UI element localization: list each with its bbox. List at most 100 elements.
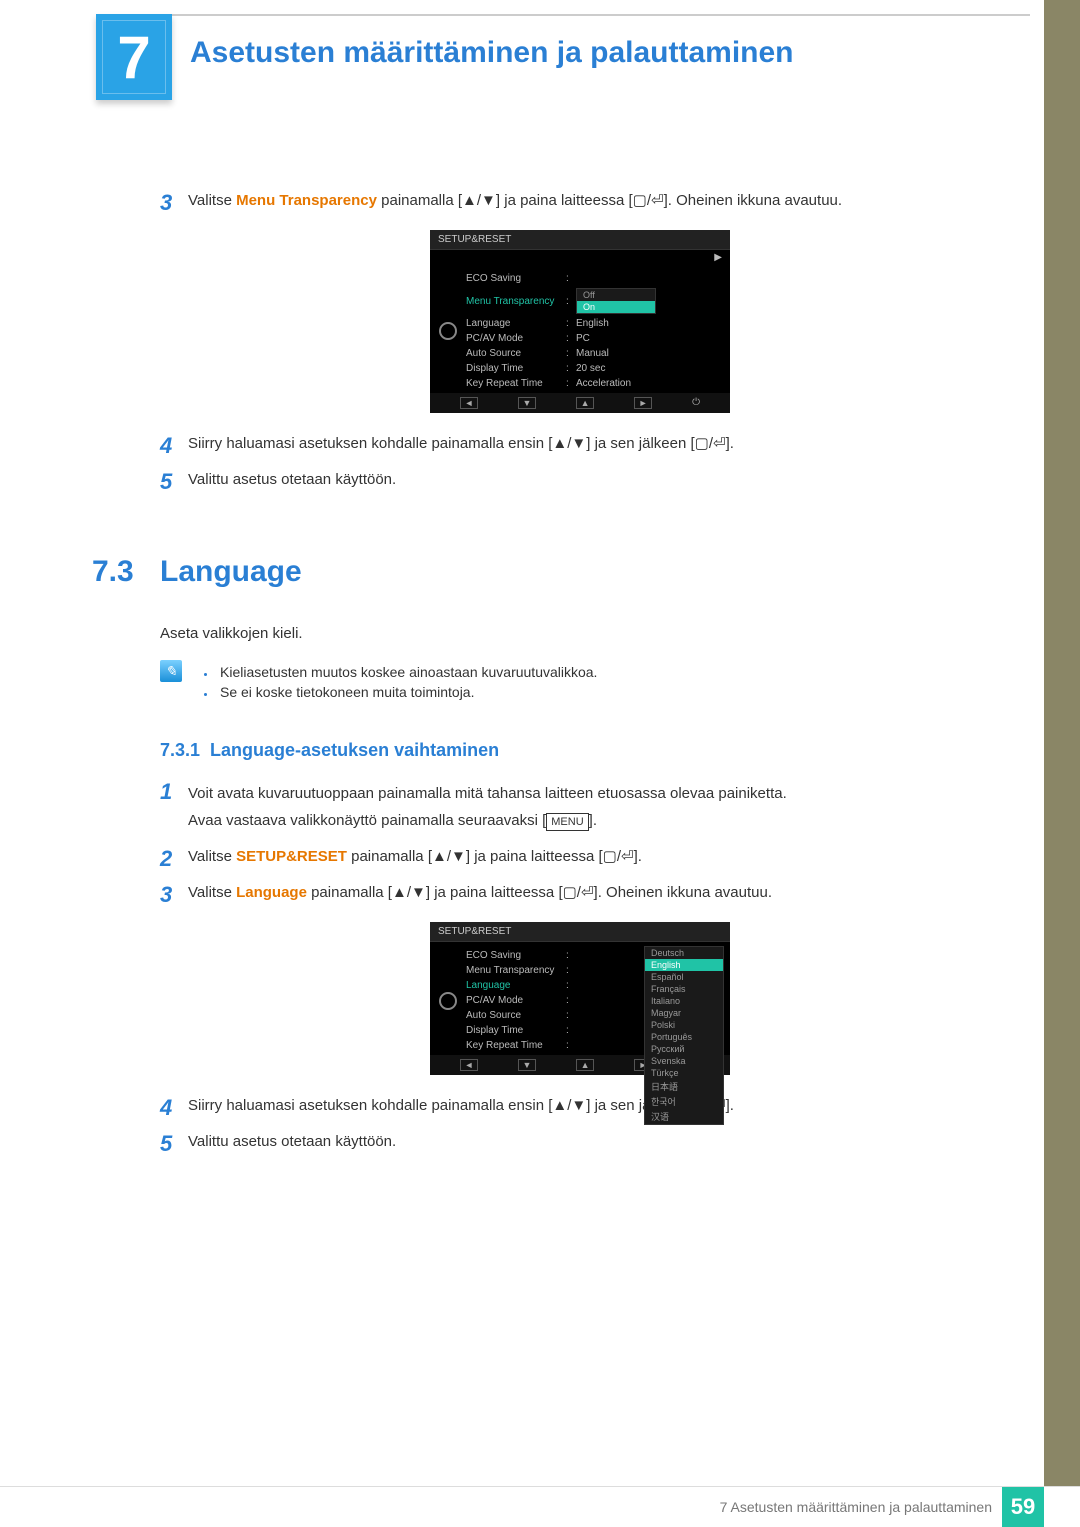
note-item: Se ei koske tietokoneen muita toimintoja… (216, 684, 597, 700)
t: ]. Oheinen ikkuna avautuu. (664, 192, 842, 209)
osd-item: PC/AV Mode (466, 995, 566, 1006)
nav-down-icon: ▼ (518, 1059, 536, 1071)
t: ]. (634, 848, 642, 865)
nav-left-icon: ◄ (460, 1059, 478, 1071)
enter-icon: ▢/⏎ (563, 884, 594, 901)
osd-menu-transparency: SETUP&RESET ▶ ECO Saving: Menu Transpare… (430, 230, 730, 413)
osd-value: Manual (576, 348, 722, 359)
step-number: 3 (160, 190, 188, 216)
lang-option: Español (645, 971, 723, 983)
page-footer: 7 Asetusten määrittäminen ja palauttamin… (0, 1487, 1080, 1527)
t: ]. (726, 1097, 734, 1114)
osd-item: Menu Transparency (466, 965, 566, 976)
menu-button-label: MENU (546, 813, 588, 832)
t: Valitse (188, 884, 236, 901)
gear-icon (434, 948, 462, 1053)
lang-option: Deutsch (645, 947, 723, 959)
osd-value: PC (576, 333, 722, 344)
note-block: ✎ Kieliasetusten muutos koskee ainoastaa… (160, 660, 1000, 704)
step-row: 4 Siirry haluamasi asetuksen kohdalle pa… (160, 433, 1000, 459)
section-title: Language (160, 555, 302, 589)
osd-item: ECO Saving (466, 950, 566, 961)
chapter-number-box: 7 (96, 14, 172, 100)
t: Voit avata kuvaruutuoppaan painamalla mi… (188, 783, 1000, 806)
osd-item: Display Time (466, 363, 566, 374)
setup-reset-label: SETUP&RESET (236, 848, 347, 865)
step-row: 2 Valitse SETUP&RESET painamalla [▲/▼] j… (160, 846, 1000, 872)
up-down-icon: ▲/▼ (432, 848, 466, 865)
lang-option: 日本語 (645, 1079, 723, 1094)
t: ] ja paina laitteessa [ (466, 848, 603, 865)
gear-icon (434, 271, 462, 391)
osd-item: PC/AV Mode (466, 333, 566, 344)
step-text: Valittu asetus otetaan käyttöön. (188, 469, 1000, 492)
nav-right-icon: ► (634, 397, 652, 409)
osd-item: Display Time (466, 1025, 566, 1036)
step-row: 1 Voit avata kuvaruutuoppaan painamalla … (160, 779, 1000, 836)
lang-option: Русский (645, 1043, 723, 1055)
step-text: Voit avata kuvaruutuoppaan painamalla mi… (188, 779, 1000, 836)
nav-up-icon: ▲ (576, 397, 594, 409)
t: painamalla [ (307, 884, 392, 901)
step-number: 4 (160, 433, 188, 459)
up-down-icon: ▲/▼ (462, 192, 496, 209)
step-row: 3 Valitse Menu Transparency painamalla [… (160, 190, 1000, 216)
osd-item: Auto Source (466, 348, 566, 359)
step-text: Valitse Language painamalla [▲/▼] ja pai… (188, 882, 1000, 905)
chapter-title: Asetusten määrittäminen ja palauttaminen (190, 36, 794, 70)
t: ]. (589, 812, 597, 829)
side-stripe (1044, 0, 1080, 1487)
t: Valitse (188, 848, 236, 865)
t: ]. (726, 435, 734, 452)
page-number: 59 (1002, 1487, 1044, 1527)
osd-body: ECO Saving: Menu Transparency: Language:… (430, 942, 730, 1055)
t: painamalla [ (377, 192, 462, 209)
t: Siirry haluamasi asetuksen kohdalle pain… (188, 1097, 552, 1114)
subsection-heading: 7.3.1 Language-asetuksen vaihtaminen (160, 740, 1000, 761)
power-icon: ⏻ (692, 397, 700, 409)
lang-option: Polski (645, 1019, 723, 1031)
enter-icon: ▢/⏎ (633, 192, 664, 209)
subsection-title: Language-asetuksen vaihtaminen (210, 740, 499, 761)
osd-value: English (576, 318, 722, 329)
step-text: Siirry haluamasi asetuksen kohdalle pain… (188, 433, 1000, 456)
menu-transparency-label: Menu Transparency (236, 192, 377, 209)
step-number: 4 (160, 1095, 188, 1121)
lang-option-selected: English (645, 959, 723, 971)
osd-title: SETUP&RESET (430, 922, 730, 942)
step-number: 3 (160, 882, 188, 908)
step-number: 5 (160, 1131, 188, 1157)
osd-body: ECO Saving: Menu Transparency: Off On La… (430, 265, 730, 393)
step-row: 5 Valittu asetus otetaan käyttöön. (160, 1131, 1000, 1157)
osd-item-active: Language (466, 980, 566, 991)
lang-option: Français (645, 983, 723, 995)
step-row: 5 Valittu asetus otetaan käyttöön. (160, 469, 1000, 495)
step-row: 3 Valitse Language painamalla [▲/▼] ja p… (160, 882, 1000, 908)
t: ]. Oheinen ikkuna avautuu. (594, 884, 772, 901)
step-text: Valitse Menu Transparency painamalla [▲/… (188, 190, 1000, 213)
osd-list: ECO Saving: Menu Transparency: Language:… (462, 948, 726, 1053)
lang-option: Svenska (645, 1055, 723, 1067)
triangle-right-icon: ▶ (430, 250, 730, 265)
note-list: Kieliasetusten muutos koskee ainoastaan … (200, 660, 597, 704)
enter-icon: ▢/⏎ (603, 848, 634, 865)
footer-text: 7 Asetusten määrittäminen ja palauttamin… (720, 1499, 992, 1515)
t: Siirry haluamasi asetuksen kohdalle pain… (188, 435, 552, 452)
osd-button-row: ◄ ▼ ▲ ► ⏻ (430, 393, 730, 413)
language-label: Language (236, 884, 307, 901)
osd-item: Key Repeat Time (466, 378, 566, 389)
osd-language-dropdown: Deutsch English Español Français Italian… (644, 946, 724, 1125)
t: Avaa vastaava valikkonäyttö painamalla s… (188, 812, 546, 829)
manual-page: 7 Asetusten määrittäminen ja palauttamin… (0, 0, 1080, 1527)
osd-item-active: Menu Transparency (466, 296, 566, 307)
step-text: Valitse SETUP&RESET painamalla [▲/▼] ja … (188, 846, 1000, 869)
t: Valitse (188, 192, 236, 209)
osd-option-off: Off (577, 289, 655, 301)
t: painamalla [ (347, 848, 432, 865)
osd-dropdown: Off On (576, 288, 656, 314)
step-number: 2 (160, 846, 188, 872)
lang-option: Italiano (645, 995, 723, 1007)
osd-value: Acceleration (576, 378, 722, 389)
osd-item: Key Repeat Time (466, 1040, 566, 1051)
lang-option: Português (645, 1031, 723, 1043)
